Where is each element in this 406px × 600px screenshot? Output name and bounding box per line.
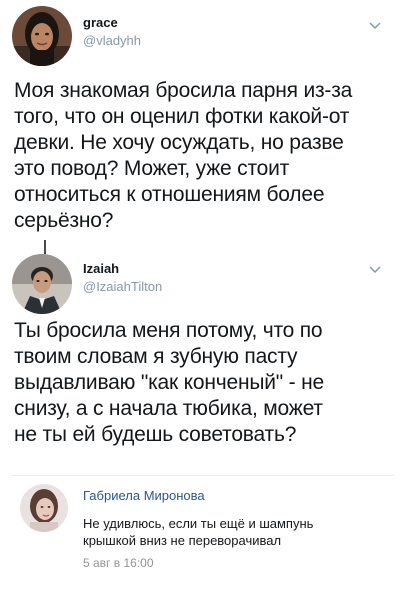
author-name[interactable]: grace xyxy=(83,15,118,30)
tweet-line: того, что он оценил фотки какой-от xyxy=(14,105,350,128)
chevron-down-icon[interactable] xyxy=(368,264,382,274)
avatar-woman-icon xyxy=(12,6,72,66)
comment-date[interactable]: 5 авг в 16:00 xyxy=(83,556,154,570)
tweet-line: не ты ей будешь советовать? xyxy=(14,423,297,446)
comment-text: Не удивлюсь, если ты ещё и шампунь крышк… xyxy=(83,515,313,549)
tweet-grace: grace @vladyhh Моя знакомая бросила парн… xyxy=(0,0,406,245)
tweet-line: девки. Не хочу осуждать, но разве xyxy=(14,131,344,154)
tweet-line: серьёзно? xyxy=(14,209,114,232)
chevron-down-icon[interactable] xyxy=(368,20,382,30)
tweet-izaiah: Izaiah @IzaiahTilton Ты бросила меня пот… xyxy=(0,250,406,472)
avatar[interactable] xyxy=(20,484,68,532)
comment-author-name[interactable]: Габриела Миронова xyxy=(83,488,205,503)
tweet-line: Моя знакомая бросила парня из-за xyxy=(14,79,353,102)
tweet-line: выдавливаю "как конченый" - не xyxy=(14,371,324,394)
author-name[interactable]: Izaiah xyxy=(83,261,119,276)
tweet-line: относиться к отношениям более xyxy=(14,183,325,206)
avatar-woman-light-icon xyxy=(20,484,68,532)
tweet-line: это повод? Может, уже стоит xyxy=(14,157,290,180)
comment-line: Не удивлюсь, если ты ещё и шампунь xyxy=(83,516,314,531)
tweet-line: снизу, а с начала тюбика, может xyxy=(14,397,323,420)
avatar[interactable] xyxy=(12,6,72,66)
author-handle[interactable]: @vladyhh xyxy=(83,33,141,48)
tweet-text: Моя знакомая бросила парня из-за того, ч… xyxy=(14,78,352,234)
comment-line: крышкой вниз не переворачивал xyxy=(83,533,282,548)
tweet-line: твоим словам я зубную пасту xyxy=(14,345,298,368)
avatar[interactable] xyxy=(12,254,72,314)
author-handle[interactable]: @IzaiahTilton xyxy=(83,279,162,294)
tweet-text: Ты бросила меня потому, что по твоим сло… xyxy=(14,318,324,448)
avatar-man-icon xyxy=(12,254,72,314)
tweet-line: Ты бросила меня потому, что по xyxy=(14,319,323,342)
divider xyxy=(12,475,394,476)
